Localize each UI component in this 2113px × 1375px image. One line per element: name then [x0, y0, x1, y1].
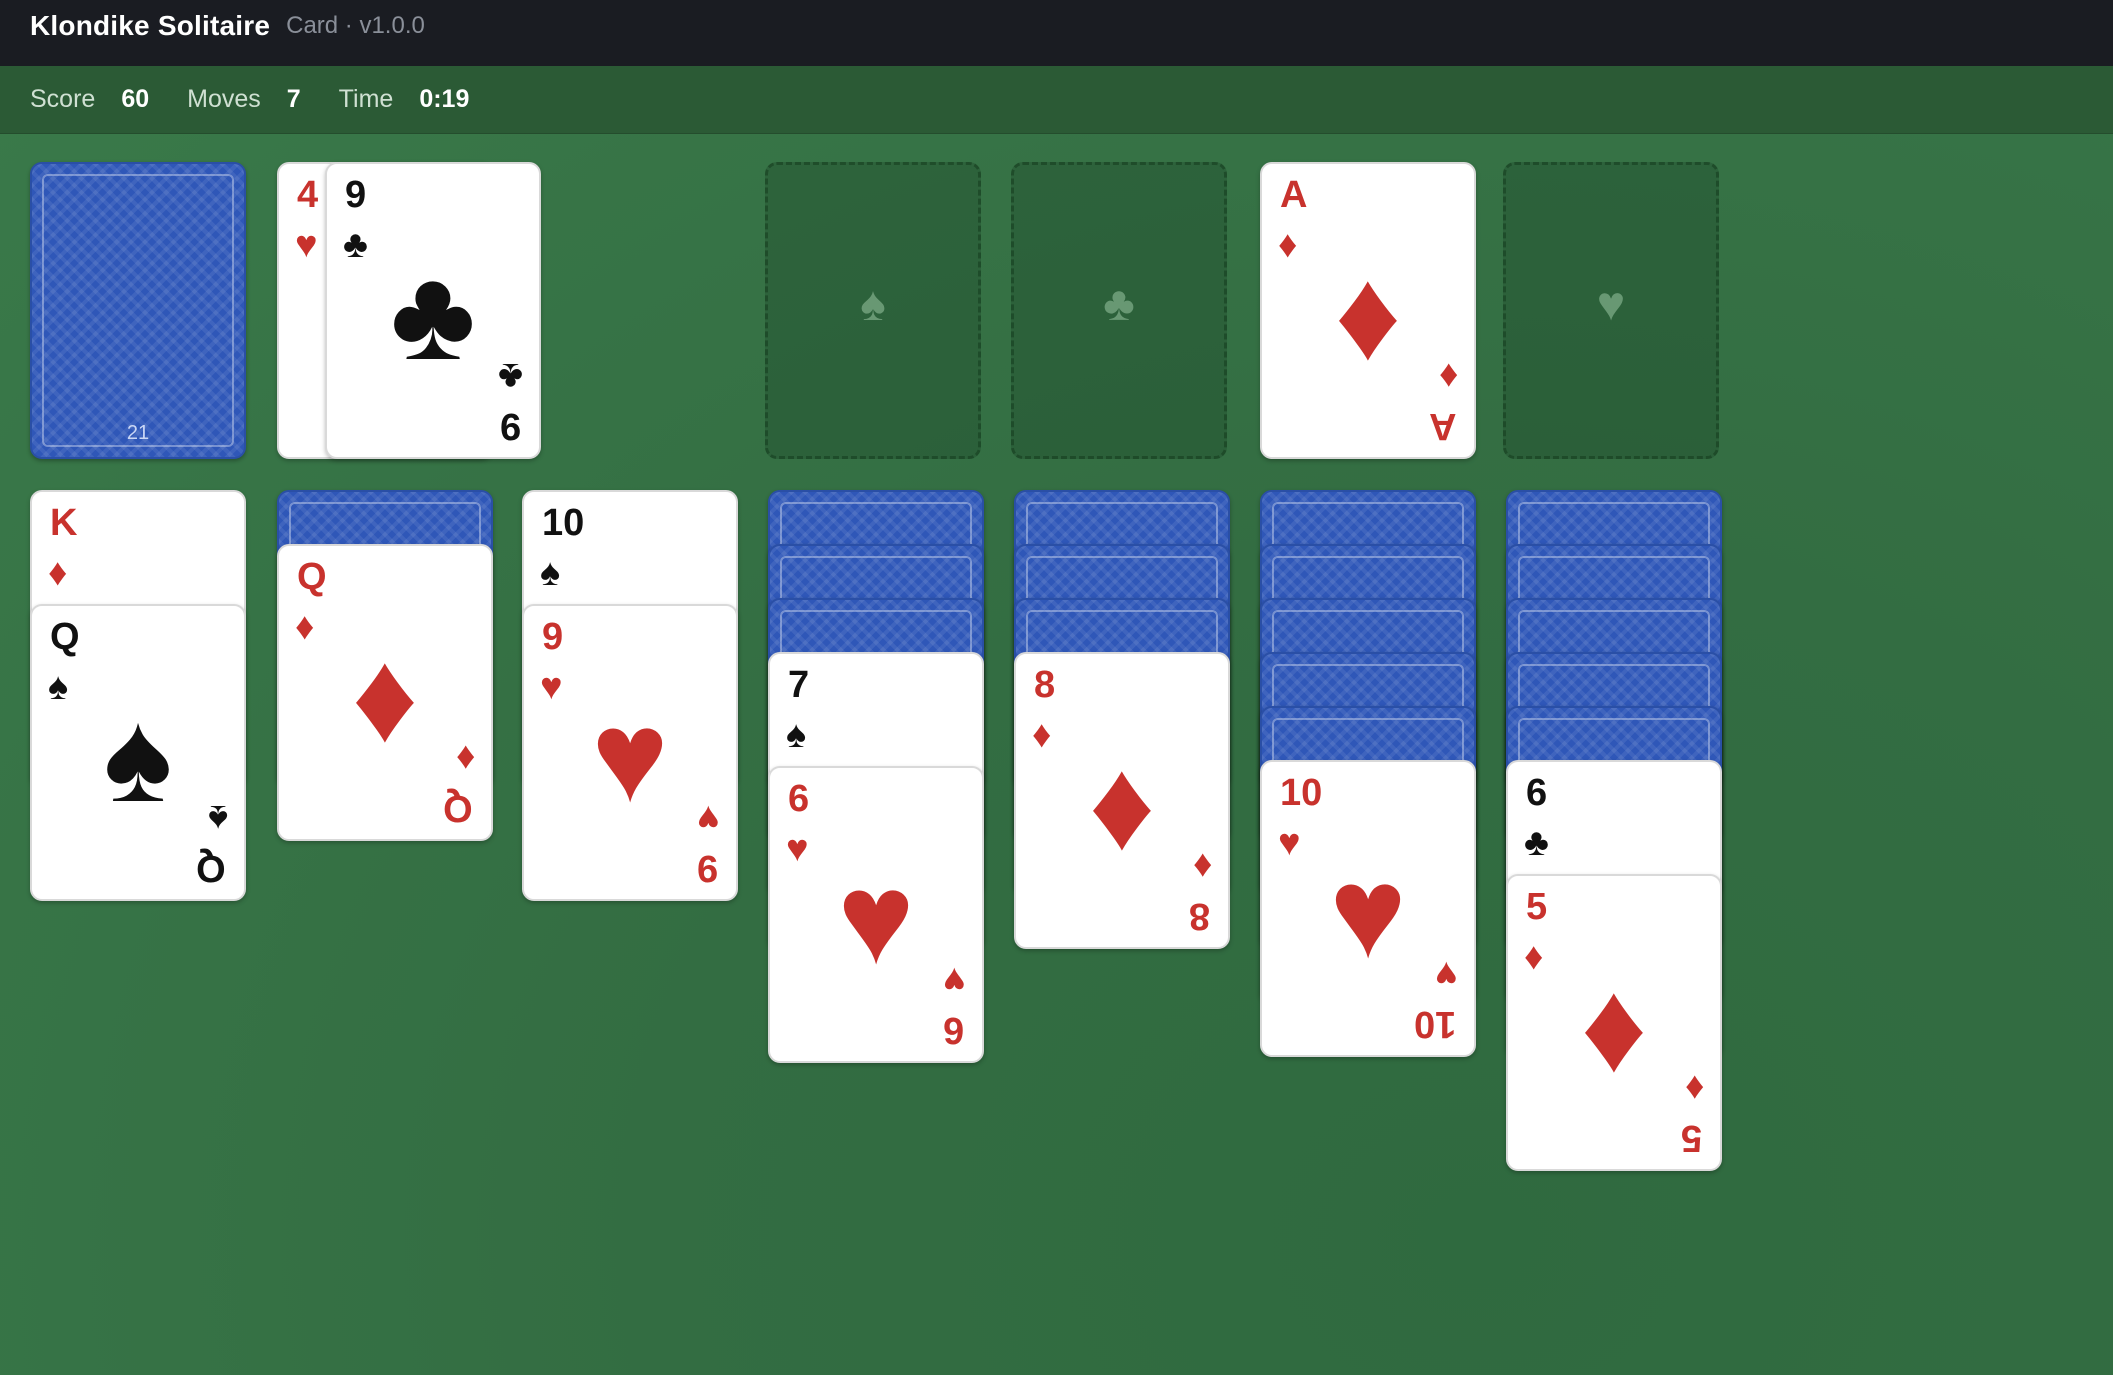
card-rank-corner: 9 [696, 847, 718, 889]
foundation-slot[interactable]: ♥ [1503, 162, 1719, 459]
card-rank-corner: Q [196, 847, 226, 889]
card-rank: K [50, 502, 78, 544]
card-rank: Q [50, 616, 80, 658]
card-suit-corner: ♦ [1684, 1067, 1704, 1109]
card-rank: 9 [345, 174, 367, 216]
card-rank: 10 [542, 502, 585, 544]
foundation-card[interactable]: A ♦ ♦ ♦ A [1260, 162, 1476, 459]
card-rank-corner: A [1428, 405, 1456, 447]
app-meta: Card · v1.0.0 [286, 12, 425, 39]
stock-pile[interactable]: 21 [30, 162, 246, 459]
card-rank: 4 [297, 174, 319, 216]
card-suit-corner: ♥ [697, 797, 720, 839]
card-rank: 6 [1526, 772, 1548, 814]
time-value: 0:19 [419, 85, 470, 113]
card-rank-corner: 5 [1680, 1117, 1702, 1159]
tableau-card[interactable]: 6 ♥ ♥ ♥ 6 [768, 766, 984, 1063]
score-value: 60 [121, 85, 150, 113]
score-label: Score [30, 85, 96, 113]
card-rank: 9 [542, 616, 564, 658]
card-rank: 8 [1034, 664, 1056, 706]
card-rank-corner: 8 [1188, 895, 1210, 937]
card-rank: 7 [788, 664, 810, 706]
card-suit-corner: ♦ [1438, 355, 1458, 397]
waste-card[interactable]: 9 ♣ ♣ ♣ 9 [325, 162, 541, 459]
card-rank-corner: 10 [1413, 1003, 1456, 1045]
card-rank: 10 [1280, 772, 1323, 814]
card-rank: Q [297, 556, 327, 598]
card-rank-corner: Q [443, 787, 473, 829]
foundation-slot[interactable]: ♠ [765, 162, 981, 459]
card-suit-corner: ♠ [207, 797, 228, 839]
tableau-card[interactable]: 9 ♥ ♥ ♥ 9 [522, 604, 738, 901]
card-rank: 5 [1526, 886, 1548, 928]
time-label: Time [338, 85, 394, 113]
card-suit-corner: ♦ [455, 737, 475, 779]
status-bar: Score 60 Moves 7 Time 0:19 [0, 66, 2113, 134]
tableau-card[interactable]: 8 ♦ ♦ ♦ 8 [1014, 652, 1230, 949]
foundation-suit-placeholder: ♠ [860, 278, 886, 331]
tableau-card[interactable]: 5 ♦ ♦ ♦ 5 [1506, 874, 1722, 1171]
card-suit-corner: ♥ [1435, 953, 1458, 995]
title-bar: Klondike Solitaire Card · v1.0.0 [0, 0, 2113, 66]
card-suit-corner: ♦ [1192, 845, 1212, 887]
card-rank-corner: 6 [942, 1009, 964, 1051]
tableau-card[interactable]: Q ♦ ♦ ♦ Q [277, 544, 493, 841]
app-title: Klondike Solitaire [30, 10, 271, 41]
stock-count: 21 [126, 422, 150, 444]
card-rank: A [1280, 174, 1308, 216]
card-rank: 6 [788, 778, 810, 820]
foundation-suit-placeholder: ♥ [1596, 278, 1626, 331]
tableau-card[interactable]: Q ♠ ♠ ♠ Q [30, 604, 246, 901]
moves-value: 7 [286, 85, 301, 113]
foundation-slot[interactable]: ♣ [1011, 162, 1227, 459]
card-suit-corner: ♣ [498, 355, 523, 397]
tableau-card[interactable]: 10 ♥ ♥ ♥ 10 [1260, 760, 1476, 1057]
card-rank-corner: 9 [499, 405, 521, 447]
foundation-suit-placeholder: ♣ [1103, 278, 1135, 331]
moves-label: Moves [187, 85, 261, 113]
card-suit-corner: ♥ [943, 959, 966, 1001]
